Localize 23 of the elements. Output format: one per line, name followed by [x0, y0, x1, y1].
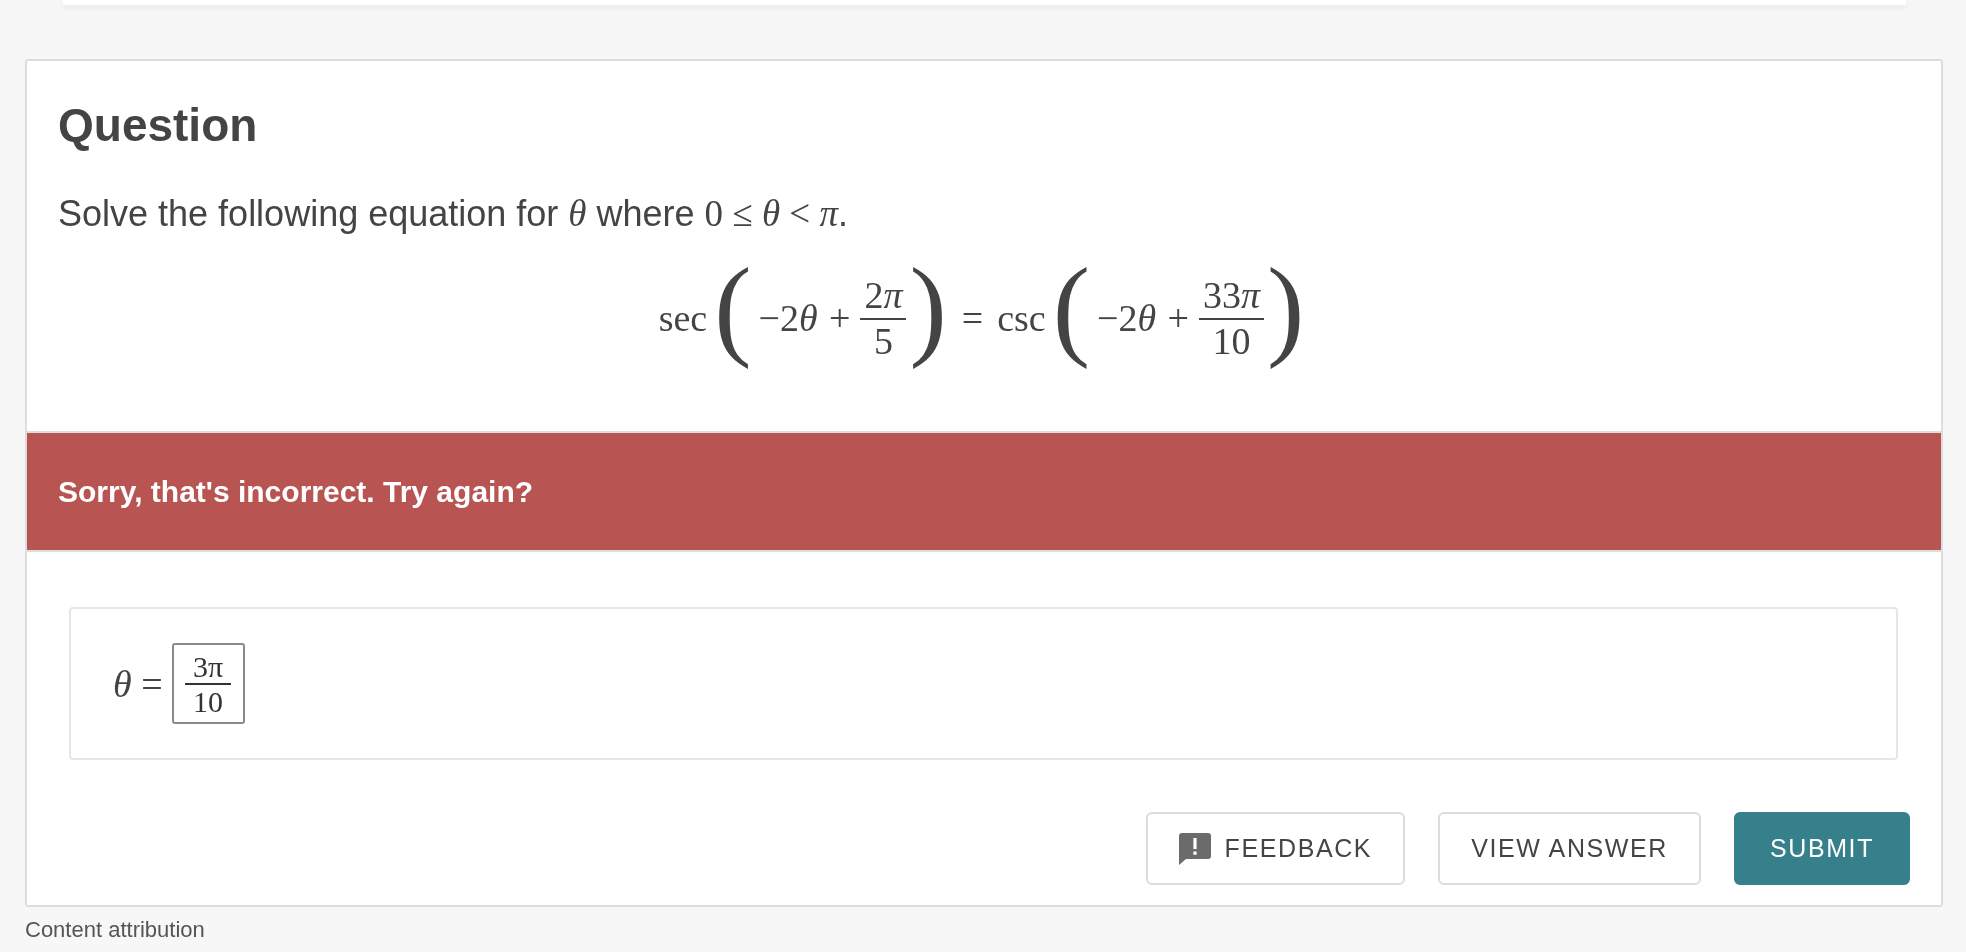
parenthesis: (: [714, 243, 752, 371]
feedback-message: Sorry, that's incorrect. Try again?: [58, 473, 534, 510]
parenthesis: ): [909, 243, 947, 371]
view-answer-button[interactable]: VIEW ANSWER: [1438, 812, 1701, 886]
parenthesis: (: [1052, 243, 1091, 371]
question-prompt: Solve the following equation for θ where 0 ≤ θ < π.: [58, 192, 848, 236]
function-name: sec: [658, 297, 708, 340]
fraction-numerator: 33π: [1202, 274, 1262, 318]
fraction-denominator: 10: [1211, 319, 1252, 364]
question-title: Question: [58, 98, 258, 153]
fraction-numerator: 2π: [863, 274, 905, 318]
fraction-denominator: 5: [872, 319, 894, 364]
equals-sign: =: [961, 297, 984, 340]
feedback-button[interactable]: FEEDBACK: [1145, 812, 1406, 886]
equation-term: −2θ +: [1097, 297, 1189, 340]
attribution-heading: Content attribution: [25, 917, 205, 944]
submit-button[interactable]: SUBMIT: [1733, 812, 1910, 886]
answer-label: θ =: [113, 661, 163, 706]
equation-term: −2θ +: [758, 297, 851, 340]
speech-bubble-icon: [1178, 832, 1211, 865]
parenthesis: ): [1267, 243, 1305, 371]
function-name: csc: [997, 297, 1046, 340]
answer-input-field[interactable]: 3π 10: [171, 643, 245, 725]
